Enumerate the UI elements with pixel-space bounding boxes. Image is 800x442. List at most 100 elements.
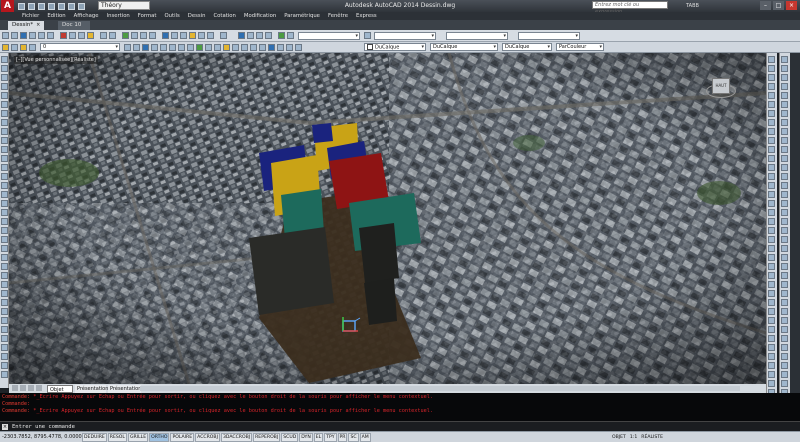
design-center-icon[interactable]	[171, 32, 178, 39]
tool-icon[interactable]	[781, 227, 788, 234]
zoom-window-icon[interactable]	[140, 32, 147, 39]
layer-merge-icon[interactable]	[205, 44, 212, 51]
tool-icon[interactable]	[1, 308, 8, 315]
toggle-am[interactable]: AM	[359, 433, 371, 442]
menu-parametrique[interactable]: Paramétrique	[280, 12, 324, 20]
pan-icon[interactable]	[122, 32, 129, 39]
tool-icon[interactable]	[1, 83, 8, 90]
dimension-style-dropdown[interactable]	[374, 32, 436, 40]
toggle-pr[interactable]: PR	[337, 433, 348, 442]
menu-format[interactable]: Format	[134, 12, 161, 20]
tool-icon[interactable]	[768, 299, 775, 306]
view-iso-icon[interactable]	[265, 32, 272, 39]
tool-icon[interactable]	[768, 182, 775, 189]
tool-icon[interactable]	[781, 362, 788, 369]
model-space-toggle[interactable]: OBJET	[612, 433, 626, 442]
layer-previous-icon[interactable]	[133, 44, 140, 51]
undo-icon[interactable]	[68, 2, 75, 10]
tool-icon[interactable]	[1, 164, 8, 171]
menu-dessin[interactable]: Dessin	[184, 12, 210, 20]
tool-icon[interactable]	[768, 353, 775, 360]
tool-icon[interactable]	[1, 272, 8, 279]
layer-copy-icon[interactable]	[241, 44, 248, 51]
dim-style-icon[interactable]	[364, 32, 371, 39]
tool-icon[interactable]	[1, 281, 8, 288]
tool-icon[interactable]	[1, 335, 8, 342]
tool-icon[interactable]	[768, 146, 775, 153]
table-style-dropdown[interactable]	[446, 32, 508, 40]
tool-icon[interactable]	[781, 110, 788, 117]
toggle-deduire[interactable]: DEDUIRE	[82, 433, 107, 442]
toggle-polaire[interactable]: POLAIRE	[170, 433, 195, 442]
layer-on-icon[interactable]	[259, 44, 266, 51]
tool-icon[interactable]	[768, 119, 775, 126]
tool-icon[interactable]	[768, 155, 775, 162]
tool-palettes-icon[interactable]	[180, 32, 187, 39]
tool-icon[interactable]	[1, 299, 8, 306]
last-layout-icon[interactable]	[36, 385, 42, 391]
tool-icon[interactable]	[781, 146, 788, 153]
layer-freeze-icon[interactable]	[160, 44, 167, 51]
tool-icon[interactable]	[768, 56, 775, 63]
close-tab-icon[interactable]: ×	[36, 22, 40, 28]
tool-icon[interactable]	[1, 254, 8, 261]
close-command-line-icon[interactable]: ×	[2, 424, 8, 430]
tool-icon[interactable]	[781, 344, 788, 351]
viewcube[interactable]: HAUT	[706, 72, 736, 102]
tool-icon[interactable]	[781, 326, 788, 333]
tool-icon[interactable]	[768, 164, 775, 171]
tool-icon[interactable]	[1, 137, 8, 144]
zoom-realtime-icon[interactable]	[131, 32, 138, 39]
file-tab-doc[interactable]: Doc 10	[58, 21, 90, 30]
toggle-el[interactable]: EL	[313, 433, 324, 442]
menu-modification[interactable]: Modification	[240, 12, 280, 20]
match-properties-icon[interactable]	[87, 32, 94, 39]
tool-icon[interactable]	[781, 128, 788, 135]
tool-icon[interactable]	[1, 326, 8, 333]
render-icon[interactable]	[287, 32, 294, 39]
tool-icon[interactable]	[781, 308, 788, 315]
layer-lock-icon[interactable]	[178, 44, 185, 51]
next-layout-icon[interactable]	[28, 385, 34, 391]
tool-icon[interactable]	[768, 65, 775, 72]
horizontal-scrollbar[interactable]	[140, 386, 740, 391]
minimize-icon[interactable]: –	[760, 1, 771, 10]
tool-icon[interactable]	[781, 65, 788, 72]
first-layout-icon[interactable]	[12, 385, 18, 391]
sheet-set-icon[interactable]	[189, 32, 196, 39]
paste-icon[interactable]	[78, 32, 85, 39]
layout-tab-model[interactable]: Objet	[47, 385, 73, 393]
tool-icon[interactable]	[768, 191, 775, 198]
tool-icon[interactable]	[781, 263, 788, 270]
tool-icon[interactable]	[781, 209, 788, 216]
toggle-sc[interactable]: SC	[348, 433, 359, 442]
maximize-icon[interactable]: □	[773, 1, 784, 10]
menu-fichier[interactable]: Fichier	[18, 12, 43, 20]
layer-match-icon[interactable]	[142, 44, 149, 51]
layer-walk-icon[interactable]	[196, 44, 203, 51]
save-icon[interactable]	[20, 32, 27, 39]
cut-icon[interactable]	[60, 32, 67, 39]
toggle-dyn[interactable]: DYN	[299, 433, 313, 442]
layer-unlock-icon[interactable]	[187, 44, 194, 51]
menu-edition[interactable]: Edition	[43, 12, 69, 20]
menu-fenetre[interactable]: Fenêtre	[324, 12, 352, 20]
autocad-logo-icon[interactable]: A	[1, 0, 14, 12]
toggle-3daccrobj[interactable]: 3DACCROBJ	[220, 433, 253, 442]
tool-icon[interactable]	[781, 299, 788, 306]
tool-icon[interactable]	[768, 344, 775, 351]
properties-icon[interactable]	[162, 32, 169, 39]
tool-icon[interactable]	[768, 173, 775, 180]
tool-icon[interactable]	[1, 236, 8, 243]
tool-icon[interactable]	[768, 92, 775, 99]
tool-icon[interactable]	[768, 362, 775, 369]
layer-change-icon[interactable]	[232, 44, 239, 51]
menu-affichage[interactable]: Affichage	[70, 12, 103, 20]
tool-icon[interactable]	[781, 155, 788, 162]
calculator-icon[interactable]	[207, 32, 214, 39]
tool-icon[interactable]	[1, 227, 8, 234]
tool-icon[interactable]	[1, 344, 8, 351]
tool-icon[interactable]	[768, 308, 775, 315]
layer-thaw-icon[interactable]	[250, 44, 257, 51]
open-file-icon[interactable]	[28, 2, 35, 10]
